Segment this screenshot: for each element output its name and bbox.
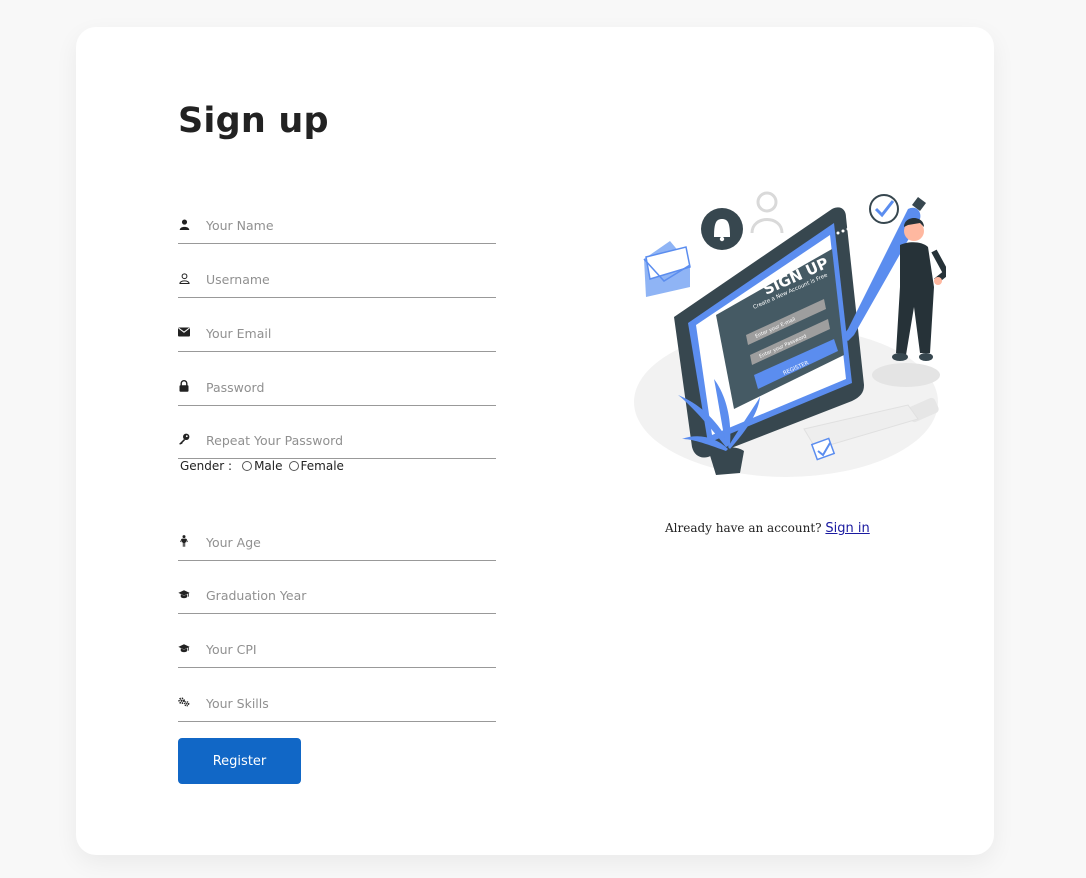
male-label: Male — [254, 459, 283, 473]
graduation-cap-icon — [178, 642, 190, 654]
signin-link[interactable]: Sign in — [825, 521, 869, 536]
gender-label: Gender : — [180, 459, 233, 473]
repeat-password-field-row — [178, 422, 496, 459]
email-input[interactable] — [206, 319, 492, 347]
register-button[interactable]: Register — [178, 738, 301, 784]
user-outline-icon — [178, 272, 190, 284]
graduation-cap-icon — [178, 588, 190, 600]
name-input[interactable] — [206, 211, 492, 239]
gender-group: Gender : Male Female — [180, 457, 350, 475]
gender-option-female[interactable]: Female — [288, 459, 344, 473]
gender-option-male[interactable]: Male — [242, 459, 283, 473]
password-field-row — [178, 369, 496, 406]
envelope-icon — [178, 326, 190, 338]
graduation-year-input[interactable] — [206, 581, 492, 609]
signin-prompt: Already have an account? Sign in — [665, 521, 870, 536]
signup-illustration: SIGN UP Create a New Account is Free Ent… — [616, 157, 950, 477]
age-input[interactable] — [206, 528, 492, 556]
skills-field-row — [178, 685, 496, 722]
repeat-password-input[interactable] — [206, 426, 492, 454]
page-title: Sign up — [178, 101, 329, 141]
cpi-field-row — [178, 631, 496, 668]
person-standing-icon — [178, 535, 190, 547]
username-field-row — [178, 261, 496, 298]
cpi-input[interactable] — [206, 635, 492, 663]
male-radio[interactable] — [242, 461, 253, 471]
username-input[interactable] — [206, 265, 492, 293]
email-field-row — [178, 315, 496, 352]
signin-text: Already have an account? — [665, 521, 822, 535]
graduation-year-field-row — [178, 577, 496, 614]
user-icon — [178, 218, 190, 230]
name-field-row — [178, 207, 496, 244]
key-icon — [178, 433, 190, 445]
signup-card: Sign up Gender : — [76, 27, 994, 855]
female-label: Female — [300, 459, 344, 473]
female-radio[interactable] — [288, 461, 299, 471]
age-field-row — [178, 524, 496, 561]
skills-input[interactable] — [206, 689, 492, 717]
password-input[interactable] — [206, 373, 492, 401]
lock-icon — [178, 380, 190, 392]
gears-icon — [178, 696, 190, 708]
